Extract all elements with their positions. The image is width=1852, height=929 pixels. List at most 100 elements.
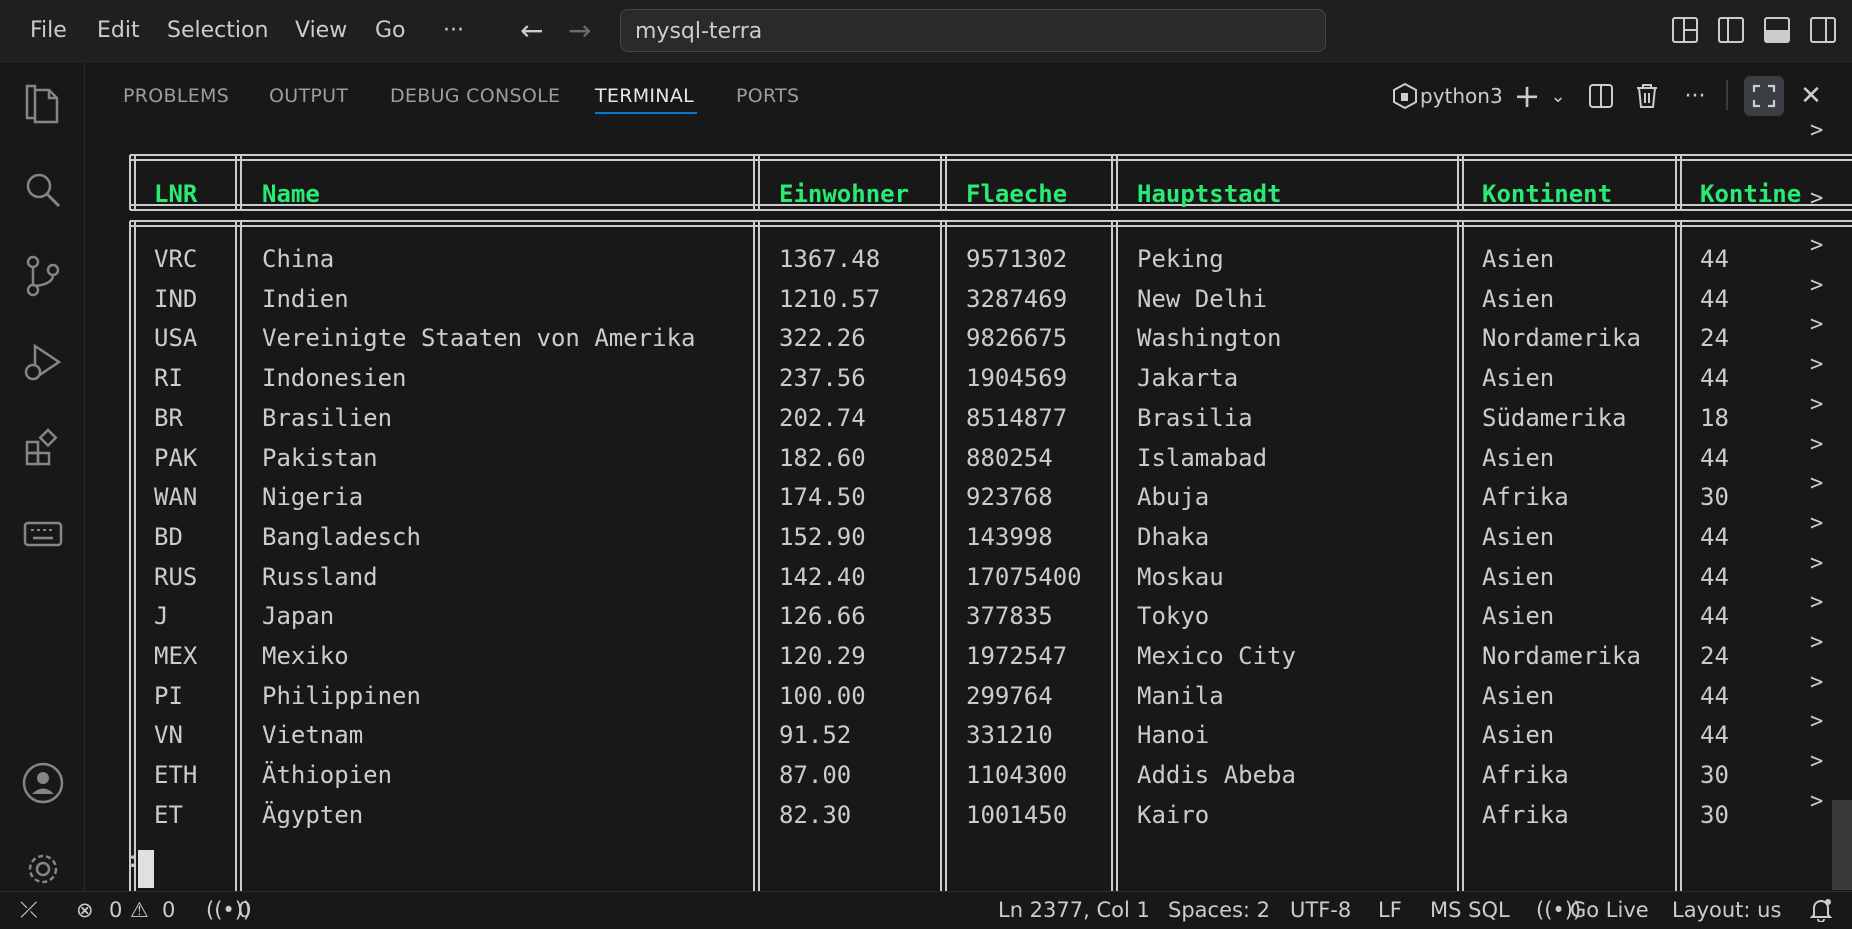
menu-view[interactable]: View bbox=[295, 18, 347, 43]
end-of-line[interactable]: LF bbox=[1378, 898, 1402, 922]
terminal-view[interactable]: LNR Name Einwohner Flaeche Hauptstadt Kontine… bbox=[86, 130, 1852, 892]
column-header: LNR bbox=[154, 180, 198, 208]
table-cell: Japan bbox=[262, 602, 335, 631]
maximize-panel-icon[interactable] bbox=[1744, 76, 1784, 116]
overflow-marker: > bbox=[1810, 118, 1824, 143]
language-mode[interactable]: MS SQL bbox=[1430, 898, 1510, 922]
terminal-scrollbar[interactable] bbox=[1832, 800, 1852, 890]
table-cell: 152.90 bbox=[779, 522, 866, 551]
split-terminal-icon[interactable] bbox=[1586, 80, 1616, 112]
table-cell: VN bbox=[154, 721, 183, 750]
tab-ports[interactable]: PORTS bbox=[736, 85, 799, 107]
command-center[interactable]: mysql-terra bbox=[620, 9, 1326, 52]
table-cell: New Delhi bbox=[1137, 284, 1268, 313]
table-cell: 44 bbox=[1700, 522, 1729, 551]
ports-count[interactable]: 0 bbox=[238, 898, 251, 922]
activity-bar bbox=[0, 63, 85, 891]
menu-more[interactable]: ··· bbox=[443, 18, 464, 43]
table-cell: 120.29 bbox=[779, 642, 866, 670]
table-cell: 377835 bbox=[966, 602, 1053, 631]
source-control-icon[interactable] bbox=[20, 253, 66, 299]
table-cell: 44 bbox=[1700, 602, 1729, 631]
indentation[interactable]: Spaces: 2 bbox=[1168, 898, 1270, 922]
menu-selection[interactable]: Selection bbox=[167, 18, 268, 43]
toggle-panel-icon[interactable] bbox=[1764, 17, 1790, 43]
terminal-name-label[interactable]: python3 bbox=[1420, 80, 1503, 112]
table-cell: 322.26 bbox=[779, 324, 866, 353]
table-cell: Asien bbox=[1482, 284, 1555, 313]
table-cell: 1001450 bbox=[966, 800, 1068, 829]
column-header: Kontinent bbox=[1482, 180, 1613, 208]
table-cell: Afrika bbox=[1482, 800, 1569, 829]
warnings-icon[interactable]: ⚠ bbox=[130, 898, 149, 922]
extensions-icon[interactable] bbox=[20, 425, 66, 471]
keyboard-icon[interactable] bbox=[20, 511, 66, 557]
table-cell: Nordamerika bbox=[1482, 642, 1641, 670]
table-cell: Bangladesch bbox=[262, 522, 421, 551]
toggle-secondary-sidebar-icon[interactable] bbox=[1810, 17, 1836, 43]
menu-edit[interactable]: Edit bbox=[97, 18, 140, 43]
terminal-profile-icon[interactable] bbox=[1385, 80, 1425, 112]
table-cell: Washington bbox=[1137, 324, 1282, 353]
table-cell: 3287469 bbox=[966, 284, 1068, 313]
title-bar: File Edit Selection View Go ··· ← → mysq… bbox=[0, 0, 1852, 62]
remote-indicator-icon[interactable]: ⤫ bbox=[20, 898, 38, 923]
tab-problems[interactable]: PROBLEMS bbox=[123, 85, 229, 107]
warnings-count[interactable]: 0 bbox=[162, 898, 175, 922]
table-cell: Asien bbox=[1482, 245, 1555, 273]
trash-icon[interactable] bbox=[1632, 80, 1662, 112]
new-terminal-plus-icon[interactable]: + bbox=[1512, 77, 1542, 115]
notifications-bell-icon[interactable] bbox=[1809, 898, 1833, 927]
back-arrow-icon[interactable]: ← bbox=[520, 14, 543, 47]
tab-output[interactable]: OUTPUT bbox=[269, 85, 348, 107]
table-cell: 30 bbox=[1700, 800, 1729, 829]
search-icon[interactable] bbox=[20, 167, 66, 213]
toggle-primary-sidebar-icon[interactable] bbox=[1718, 17, 1744, 43]
more-actions-icon[interactable]: ··· bbox=[1680, 80, 1710, 112]
table-cell: Asien bbox=[1482, 364, 1555, 393]
table-cell: Nigeria bbox=[262, 483, 364, 512]
tab-terminal[interactable]: TERMINAL bbox=[595, 85, 694, 107]
table-cell: 30 bbox=[1700, 483, 1729, 512]
table-cell: 24 bbox=[1700, 642, 1729, 670]
table-cell: Mexico City bbox=[1137, 642, 1296, 670]
accounts-icon[interactable] bbox=[20, 760, 66, 806]
table-cell: Indien bbox=[262, 284, 349, 313]
go-live[interactable]: Go Live bbox=[1570, 898, 1649, 922]
close-panel-icon[interactable]: ✕ bbox=[1796, 80, 1826, 112]
chevron-down-icon[interactable]: ⌄ bbox=[1546, 80, 1570, 112]
table-cell: Äthiopien bbox=[262, 761, 393, 790]
run-debug-icon[interactable] bbox=[20, 339, 66, 385]
table-cell: 44 bbox=[1700, 681, 1729, 710]
forward-arrow-icon[interactable]: → bbox=[568, 14, 591, 47]
keyboard-layout[interactable]: Layout: us bbox=[1672, 898, 1781, 922]
errors-count[interactable]: 0 bbox=[109, 898, 122, 922]
table-cell: 44 bbox=[1700, 562, 1729, 591]
table-cell: 174.50 bbox=[779, 483, 866, 512]
table-cell: BD bbox=[154, 522, 183, 551]
table-cell: 202.74 bbox=[779, 403, 866, 432]
manage-gear-icon[interactable] bbox=[20, 846, 66, 892]
table-cell: 299764 bbox=[966, 681, 1053, 710]
column-header: Name bbox=[262, 180, 320, 208]
table-cell: Manila bbox=[1137, 681, 1224, 710]
table-cell: China bbox=[262, 245, 335, 273]
table-cell: 1104300 bbox=[966, 761, 1068, 790]
cursor-position[interactable]: Ln 2377, Col 1 bbox=[998, 898, 1150, 922]
table-cell: Brasilia bbox=[1137, 403, 1253, 432]
tab-debug-console[interactable]: DEBUG CONSOLE bbox=[390, 85, 560, 107]
overflow-marker: > bbox=[1810, 233, 1824, 258]
table-cell: Jakarta bbox=[1137, 364, 1239, 393]
explorer-icon[interactable] bbox=[20, 81, 66, 127]
customize-layout-icon[interactable] bbox=[1672, 17, 1698, 43]
menu-go[interactable]: Go bbox=[375, 18, 406, 43]
encoding[interactable]: UTF-8 bbox=[1290, 898, 1351, 922]
table-cell: 331210 bbox=[966, 721, 1053, 750]
overflow-marker: > bbox=[1810, 352, 1824, 378]
table-cell: 1367.48 bbox=[779, 245, 881, 273]
errors-icon[interactable]: ⊗ bbox=[76, 898, 94, 922]
table-cell: Asien bbox=[1482, 562, 1555, 591]
command-center-label: mysql-terra bbox=[635, 19, 763, 44]
menu-file[interactable]: File bbox=[30, 18, 67, 43]
table-cell: Tokyo bbox=[1137, 602, 1210, 631]
